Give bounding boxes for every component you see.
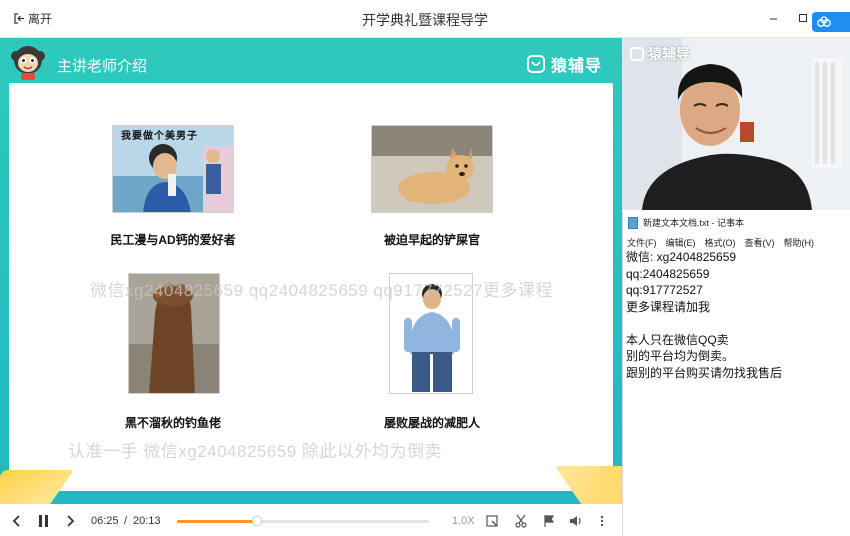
notepad-line: 本人只在微信QQ卖: [626, 332, 729, 347]
cloud-icon: [817, 16, 831, 27]
more-options-button[interactable]: [598, 514, 606, 533]
minimize-icon: [770, 18, 777, 20]
minimize-button[interactable]: [766, 10, 782, 26]
slide-title: 主讲老师介绍: [57, 58, 148, 75]
previous-button[interactable]: [10, 514, 24, 533]
flag-icon: [544, 515, 555, 527]
notepad-title: 新建文本文档.txt - 记事本: [643, 218, 745, 228]
notepad-line: [626, 315, 848, 332]
current-time: 06:25: [91, 515, 119, 527]
notepad-menubar: 文件(F) 编辑(E) 格式(O) 查看(V) 帮助(H): [627, 236, 823, 249]
title-bar: 离开 开学典礼暨课程导学: [0, 0, 850, 38]
photo-handwritten-text: 我要做个美男子: [121, 131, 198, 142]
notepad-line: qq:917772527: [626, 283, 703, 297]
teacher-photo-3: [128, 273, 220, 394]
camera-brand-logo: 猿辅导: [630, 44, 690, 64]
screenshot-icon: [486, 515, 498, 527]
pause-icon: [39, 515, 48, 527]
window-title: 开学典礼暨课程导学: [362, 12, 488, 28]
maximize-icon: [799, 14, 807, 22]
notepad-line: 别的平台均为倒卖。: [626, 349, 735, 363]
time-separator: /: [124, 515, 128, 527]
teacher-photo-1: 我要做个美男子: [112, 125, 234, 213]
menu-help[interactable]: 帮助(H): [784, 236, 815, 249]
caption-3: 黑不溜秋的钓鱼佬: [124, 416, 221, 430]
next-button[interactable]: [63, 514, 77, 533]
slide-stage: 主讲老师介绍 猿辅导 我要做个美男子 民工漫与AD钙的爱好者 被迫早起的铲屎官 …: [0, 38, 622, 504]
slide-content: 我要做个美男子 民工漫与AD钙的爱好者 被迫早起的铲屎官 黑不溜秋的钓鱼佬 屡败…: [9, 83, 613, 491]
chevron-left-icon: [12, 515, 20, 527]
bookmark-button[interactable]: [542, 514, 556, 533]
slide-header: 主讲老师介绍 猿辅导: [0, 38, 622, 86]
chevron-right-icon: [67, 515, 75, 527]
notepad-window: 新建文本文档.txt - 记事本 文件(F) 编辑(E) 格式(O) 查看(V)…: [622, 212, 850, 536]
brand-name: 猿辅导: [551, 58, 603, 75]
teacher-camera-feed: 猿辅导: [622, 38, 850, 210]
notepad-line: 跟别的平台购买请勿找我售后: [626, 365, 783, 380]
menu-view[interactable]: 查看(V): [745, 236, 775, 249]
clip-button[interactable]: [514, 514, 528, 533]
screenshot-button[interactable]: [485, 514, 499, 533]
pause-button[interactable]: [36, 514, 50, 533]
brand-logo: 猿辅导: [527, 52, 602, 76]
more-vertical-icon: [600, 515, 604, 527]
notepad-icon: [628, 216, 638, 229]
playback-speed-button[interactable]: 1.0X: [452, 515, 475, 527]
teacher-photo-4: [389, 273, 473, 394]
scissors-icon: [515, 514, 527, 528]
brand-icon: [630, 47, 644, 61]
player-controls: 06:25 / 20:13 1.0X: [0, 506, 622, 536]
menu-edit[interactable]: 编辑(E): [666, 236, 696, 249]
maximize-button[interactable]: [796, 10, 812, 26]
notepad-line: 更多课程请加我: [626, 299, 711, 314]
menu-format[interactable]: 格式(O): [705, 236, 736, 249]
progress-handle[interactable]: [251, 516, 262, 526]
progress-fill: [177, 520, 257, 523]
speaker-icon: [570, 516, 581, 526]
caption-2: 被迫早起的铲屎官: [383, 233, 480, 247]
notepad-line: 微信: xg2404825659: [626, 250, 737, 264]
notepad-line: qq:2404825659: [626, 266, 710, 281]
notepad-text-area[interactable]: 微信: xg2404825659 qq:2404825659 qq:917772…: [626, 249, 848, 381]
teacher-photo-2: [371, 125, 493, 213]
volume-button[interactable]: [569, 514, 583, 533]
cloud-share-button[interactable]: [812, 12, 850, 32]
mascot-icon: [8, 42, 48, 82]
caption-1: 民工漫与AD钙的爱好者: [110, 233, 236, 247]
caption-4: 屡败屡战的减肥人: [383, 416, 480, 430]
menu-file[interactable]: 文件(F): [627, 236, 657, 249]
camera-brand-name: 猿辅导: [648, 46, 690, 62]
total-time: 20:13: [133, 515, 161, 527]
brand-icon: [527, 55, 545, 73]
progress-bar[interactable]: [177, 516, 429, 526]
notepad-titlebar: 新建文本文档.txt - 记事本: [628, 216, 744, 229]
